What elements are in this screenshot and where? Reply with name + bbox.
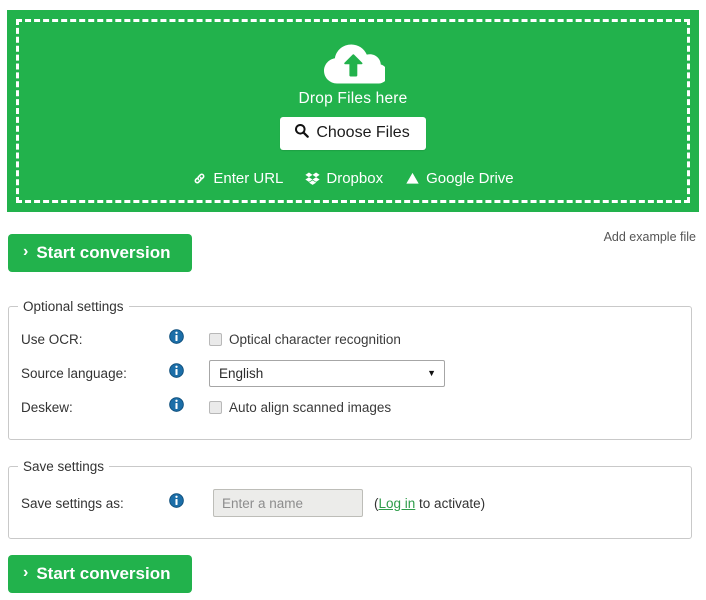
drop-files-text: Drop Files here (298, 90, 408, 107)
save-settings-name-input[interactable] (213, 489, 363, 517)
save-settings-panel: Save settings Save settings as: (Log in … (8, 459, 692, 539)
deskew-checkbox[interactable] (209, 400, 222, 414)
google-drive-label: Google Drive (426, 170, 514, 188)
source-language-label: Source language: (21, 365, 127, 381)
file-dropzone[interactable]: Drop Files here Choose Files Enter URL D… (7, 10, 699, 212)
dropbox-label: Dropbox (326, 170, 384, 188)
note-rest: to activate) (415, 495, 486, 511)
source-language-info-col (169, 363, 209, 383)
ocr-checkbox-wrap[interactable]: Optical character recognition (209, 332, 401, 347)
start-conversion-label: Start conversion (36, 243, 171, 262)
deskew-checkbox-label: Auto align scanned images (229, 399, 392, 415)
dropzone-dashed-area[interactable]: Drop Files here Choose Files Enter URL D… (16, 19, 690, 203)
source-language-selected-value: English (219, 365, 264, 381)
start-conversion-button-bottom[interactable]: › Start conversion (8, 555, 193, 593)
info-icon[interactable] (169, 493, 184, 513)
row-save-settings-as: Save settings as: (Log in to activate) (9, 486, 691, 520)
google-drive-link[interactable]: Google Drive (405, 170, 514, 187)
choose-files-button[interactable]: Choose Files (280, 117, 426, 151)
source-language-select[interactable]: English ▼ (209, 359, 445, 387)
deskew-checkbox-wrap[interactable]: Auto align scanned images (209, 400, 391, 415)
optional-settings-panel: Optional settings Use OCR: Optical chara… (8, 299, 692, 440)
save-settings-legend: Save settings (23, 459, 105, 474)
start-conversion-label: Start conversion (36, 564, 171, 583)
deskew-label: Deskew: (21, 399, 73, 415)
use-ocr-label: Use OCR: (21, 331, 83, 347)
info-icon[interactable] (169, 397, 184, 417)
cloud-upload-icon (321, 40, 388, 86)
row-source-language: Source language: English ▼ (9, 356, 691, 390)
chevron-right-icon: › (23, 243, 29, 260)
ocr-checkbox[interactable] (209, 332, 222, 346)
row-use-ocr: Use OCR: Optical character recognition (9, 322, 691, 356)
use-ocr-info-col (169, 329, 209, 349)
ocr-checkbox-label: Optical character recognition (229, 331, 401, 347)
service-links: Enter URL Dropbox Google Drive (192, 170, 514, 187)
login-to-activate-note: (Log in to activate) (374, 496, 485, 511)
optional-settings-legend: Optional settings (23, 299, 124, 314)
deskew-info-col (169, 397, 209, 417)
google-drive-icon (405, 171, 420, 186)
chevron-right-icon: › (23, 564, 29, 581)
save-settings-as-label: Save settings as: (21, 495, 124, 511)
optional-settings-body: Use OCR: Optical character recognition S… (9, 314, 691, 424)
chevron-down-icon: ▼ (427, 367, 436, 378)
info-icon[interactable] (169, 329, 184, 349)
save-settings-body: Save settings as: (Log in to activate) (9, 474, 691, 520)
save-settings-info-col (169, 493, 213, 513)
dropbox-icon (305, 171, 321, 186)
info-icon[interactable] (169, 363, 184, 383)
dropbox-link[interactable]: Dropbox (305, 170, 383, 187)
row-deskew: Deskew: Auto align scanned images (9, 390, 691, 424)
enter-url-label: Enter URL (213, 170, 284, 188)
enter-url-link[interactable]: Enter URL (192, 170, 283, 187)
search-icon (294, 123, 310, 143)
start-conversion-button-top[interactable]: › Start conversion (8, 234, 193, 272)
add-example-file-link[interactable]: Add example file (604, 230, 696, 244)
file-converter-page: Drop Files here Choose Files Enter URL D… (0, 0, 706, 600)
link-icon (192, 171, 207, 186)
choose-files-label: Choose Files (316, 124, 410, 141)
log-in-link[interactable]: Log in (379, 496, 416, 511)
